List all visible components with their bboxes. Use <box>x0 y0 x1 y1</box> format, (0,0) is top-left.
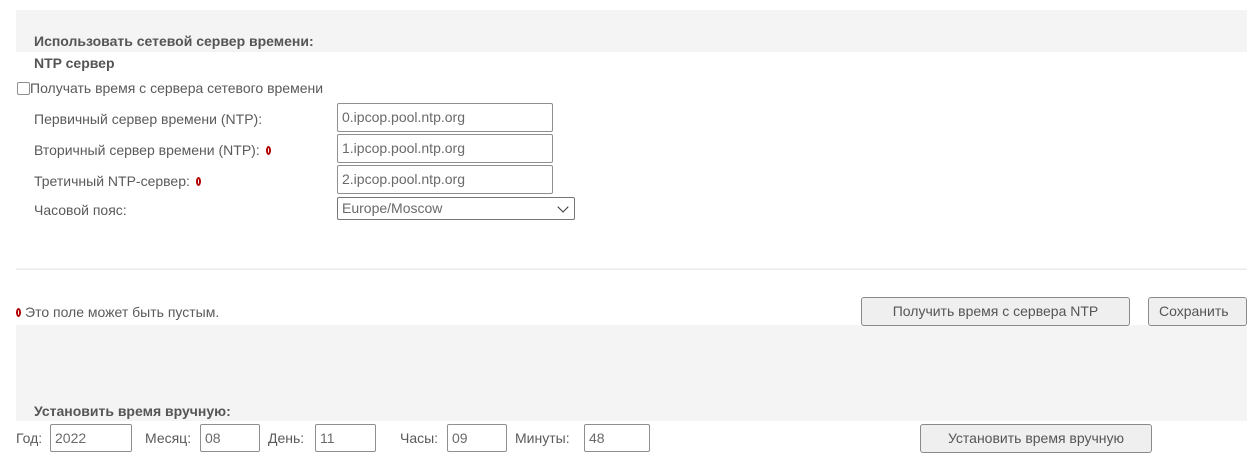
minutes-input[interactable]: 48 <box>584 424 650 452</box>
required-marker-icon <box>195 176 201 186</box>
manual-section-title: Установить время вручную: <box>34 403 231 419</box>
tertiary-server-input[interactable]: 2.ipcop.pool.ntp.org <box>337 165 553 194</box>
day-input[interactable]: 11 <box>315 424 376 452</box>
required-note: Это поле может быть пустым. <box>16 303 219 321</box>
hours-label: Часы: <box>400 430 439 446</box>
ntp-enable-label: Получать время с сервера сетевого времен… <box>30 80 324 96</box>
secondary-server-label-text: Вторичный сервер времени (NTP): <box>34 142 260 158</box>
secondary-server-input[interactable]: 1.ipcop.pool.ntp.org <box>337 134 553 163</box>
get-ntp-time-button[interactable]: Получить время с сервера NTP <box>861 297 1130 326</box>
chevron-down-icon <box>557 201 569 213</box>
timezone-select[interactable]: Europe/Moscow <box>337 197 575 220</box>
required-marker-icon <box>16 307 21 317</box>
year-input[interactable]: 2022 <box>50 424 132 452</box>
ntp-section-title: Использовать сетевой сервер времени: <box>34 33 314 49</box>
timezone-label: Часовой пояс: <box>34 202 127 218</box>
ntp-subtitle: NTP сервер <box>34 55 115 71</box>
day-label: День: <box>268 430 305 446</box>
set-time-manually-button[interactable]: Установить время вручную <box>920 424 1152 453</box>
secondary-server-label: Вторичный сервер времени (NTP): <box>34 141 271 159</box>
save-button[interactable]: Сохранить <box>1148 297 1247 326</box>
timezone-value: Europe/Moscow <box>342 200 443 216</box>
primary-server-input[interactable]: 0.ipcop.pool.ntp.org <box>337 103 553 132</box>
minutes-label: Минуты: <box>515 430 570 446</box>
primary-server-label: Первичный сервер времени (NTP): <box>34 111 263 127</box>
hours-input[interactable]: 09 <box>447 424 507 452</box>
required-marker-icon <box>265 145 271 155</box>
ntp-enable-checkbox[interactable] <box>17 82 30 95</box>
required-note-text: Это поле может быть пустым. <box>25 304 220 320</box>
year-label: Год: <box>16 430 43 446</box>
month-label: Месяц: <box>145 430 192 446</box>
month-input[interactable]: 08 <box>200 424 260 452</box>
tertiary-server-label-text: Третичный NTP-сервер: <box>34 173 190 189</box>
tertiary-server-label: Третичный NTP-сервер: <box>34 172 201 190</box>
